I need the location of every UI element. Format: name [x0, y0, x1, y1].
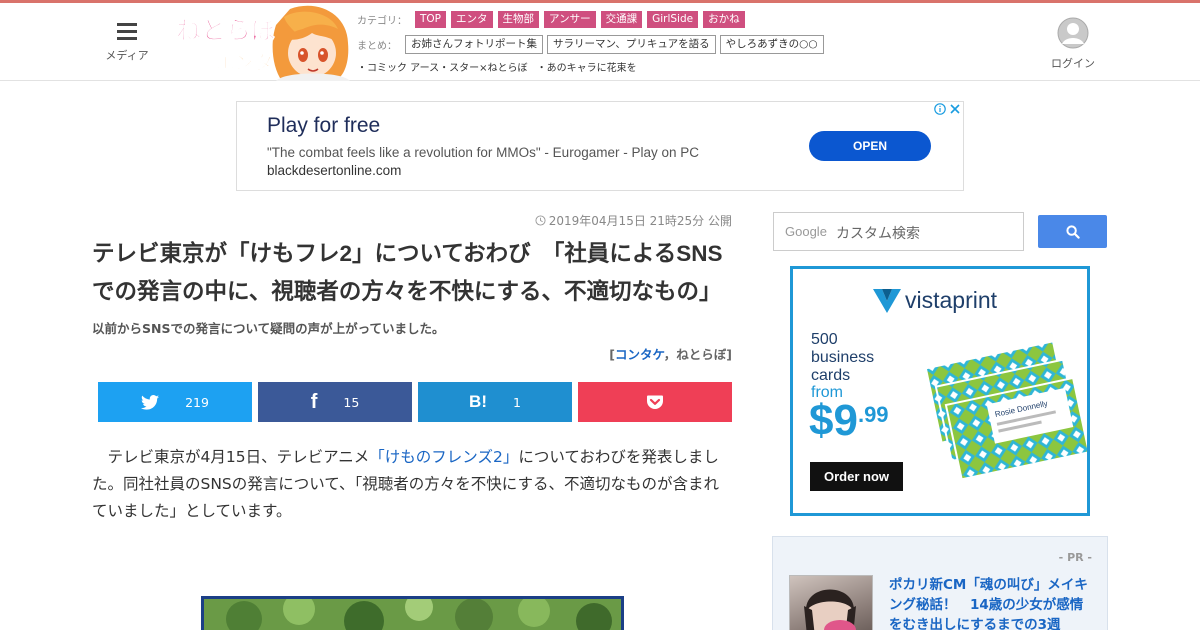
media-menu-button[interactable]: メディア — [100, 21, 154, 67]
pr-thumbnail[interactable] — [789, 575, 873, 630]
article: 2019年04月15日 21時25分 公開 テレビ東京が「けもフレ2」についてお… — [92, 212, 732, 525]
ad-price-dollar: $9 — [809, 396, 858, 445]
business-cards-image: Rosie Donnelly — [924, 340, 1087, 481]
pr-label: - PR - — [1058, 551, 1092, 564]
clock-icon — [535, 215, 546, 226]
order-now-button[interactable]: Order now — [810, 462, 903, 491]
site-header: メディア ねとらぼ エンタ カテゴリ： TOP エンタ 生物部 アンサー 交通課… — [0, 3, 1200, 82]
matome-label: まとめ： — [357, 40, 397, 52]
facebook-icon: f — [310, 390, 318, 413]
hatena-bookmark-icon: B! — [469, 392, 487, 411]
category-nav: カテゴリ： TOP エンタ 生物部 アンサー 交通課 GirlSide おかね — [357, 10, 750, 28]
article-body: テレビ東京が4月15日、テレビアニメ「けものフレンズ2」についておわびを発表しま… — [92, 444, 732, 525]
matome-item[interactable]: サラリーマン、プリキュアを語る — [547, 34, 716, 54]
category-answer[interactable]: アンサー — [544, 10, 596, 28]
matome-item[interactable]: やしろあずきの○○ — [719, 34, 824, 54]
ad-title: Play for free — [267, 114, 381, 137]
login-label: ログイン — [1051, 57, 1095, 70]
article-subtitle: 以前からSNSでの発言について疑問の声が上がっていました。 — [92, 321, 445, 336]
facebook-share-button[interactable]: f 15 — [258, 382, 412, 422]
ad-offer-line: cards — [811, 367, 851, 384]
pr-headline-link[interactable]: ポカリ新CM「魂の叫び」メイキング秘話！ 14歳の少女が感情をむき出しにするまで… — [889, 575, 1093, 630]
ad-offer-line: business — [811, 349, 875, 366]
svg-text:エンタ: エンタ — [216, 52, 273, 74]
vistaprint-logo: vistaprint — [873, 287, 997, 314]
publish-date: 2019年04月15日 21時25分 公開 — [92, 212, 732, 229]
ad-open-button[interactable]: OPEN — [809, 131, 931, 161]
pr-thumbnail-image — [804, 589, 856, 630]
category-seibutsubu[interactable]: 生物部 — [497, 10, 540, 28]
publish-date-text: 2019年04月15日 21時25分 公開 — [548, 214, 732, 228]
ad-price: $9.99 — [809, 396, 889, 446]
search-input[interactable]: Google カスタム検索 — [773, 212, 1024, 251]
pocket-button[interactable] — [578, 382, 732, 422]
vistaprint-ad[interactable]: vistaprint 500 business cards from $9.99… — [790, 266, 1090, 516]
credit-close: ] — [726, 347, 732, 362]
login-button[interactable]: ログイン — [1043, 17, 1103, 71]
sub-links: ・コミック アース・スター×ねとらぼ ・あのキャラに花束を — [357, 59, 643, 74]
top-banner-ad[interactable]: Play for free "The combat feels like a r… — [236, 101, 964, 191]
site-logo[interactable]: ねとらぼ エンタ — [172, 3, 352, 82]
matome-item[interactable]: お姉さんフォトリポート集 — [405, 34, 543, 54]
ad-close-icon[interactable] — [949, 103, 961, 115]
facebook-share-count: 15 — [343, 394, 360, 410]
twitter-share-button[interactable]: 219 — [98, 382, 252, 422]
article-credit: [コンタケ，ねとらぼ] — [92, 344, 732, 363]
search-button[interactable] — [1038, 215, 1107, 248]
logo-mascot-icon: ねとらぼ エンタ — [176, 5, 350, 82]
site-search: Google カスタム検索 — [773, 212, 1107, 251]
share-buttons: 219 f 15 B! 1 — [98, 382, 732, 422]
article-title: テレビ東京が「けもフレ2」についておわび 「社員によるSNSでの発言の中に、視聴… — [92, 241, 723, 304]
sub-link[interactable]: ・コミック アース・スター×ねとらぼ — [357, 63, 527, 74]
author-link[interactable]: コンタケ — [615, 347, 664, 362]
kemono-friends-link[interactable]: 「けものフレンズ2」 — [369, 448, 518, 466]
vistaprint-mark-icon — [873, 288, 901, 313]
media-menu-label: メディア — [105, 49, 149, 62]
search-placeholder: カスタム検索 — [836, 226, 920, 242]
category-label: カテゴリ： — [357, 15, 407, 27]
sub-link[interactable]: ・あのキャラに花束を — [537, 63, 637, 74]
user-avatar-icon — [1057, 17, 1089, 49]
category-okane[interactable]: おかね — [703, 10, 745, 28]
ad-offer: 500 business cards — [811, 331, 874, 385]
hamburger-icon — [117, 23, 137, 41]
ad-choices[interactable] — [934, 103, 961, 115]
ad-info-icon[interactable] — [934, 103, 946, 115]
category-enta[interactable]: エンタ — [451, 10, 493, 28]
image-foliage — [204, 593, 621, 630]
credit-separator: ， — [663, 347, 677, 362]
twitter-icon — [141, 394, 160, 410]
ad-offer-line: 500 — [811, 331, 838, 348]
body-text-before: テレビ東京が4月15日、テレビアニメ — [92, 448, 370, 466]
twitter-share-count: 219 — [185, 394, 209, 410]
credit-site: ねとらぼ — [676, 347, 727, 362]
category-top[interactable]: TOP — [415, 10, 447, 28]
category-koutsuuka[interactable]: 交通課 — [600, 10, 643, 28]
hatena-bookmark-count: 1 — [513, 394, 521, 410]
pr-widget: - PR - ポカリ新CM「魂の叫び」メイキング秘話！ 14歳の少女が感情をむき… — [772, 536, 1108, 630]
ad-url: blackdesertonline.com — [267, 163, 402, 178]
google-brand-label: Google — [785, 224, 827, 239]
category-girlside[interactable]: GirlSide — [647, 10, 699, 28]
ad-price-cents: .99 — [857, 402, 889, 427]
ad-description: "The combat feels like a revolution for … — [267, 145, 699, 160]
svg-text:ねとらぼ: ねとらぼ — [176, 16, 277, 45]
pocket-icon — [647, 395, 663, 409]
vistaprint-brand: vistaprint — [905, 287, 998, 313]
article-image[interactable] — [201, 593, 624, 630]
hatena-bookmark-button[interactable]: B! 1 — [418, 382, 572, 422]
matome-nav: まとめ： お姉さんフォトリポート集 サラリーマン、プリキュアを語る やしろあずき… — [357, 34, 828, 54]
search-icon — [1065, 224, 1080, 239]
